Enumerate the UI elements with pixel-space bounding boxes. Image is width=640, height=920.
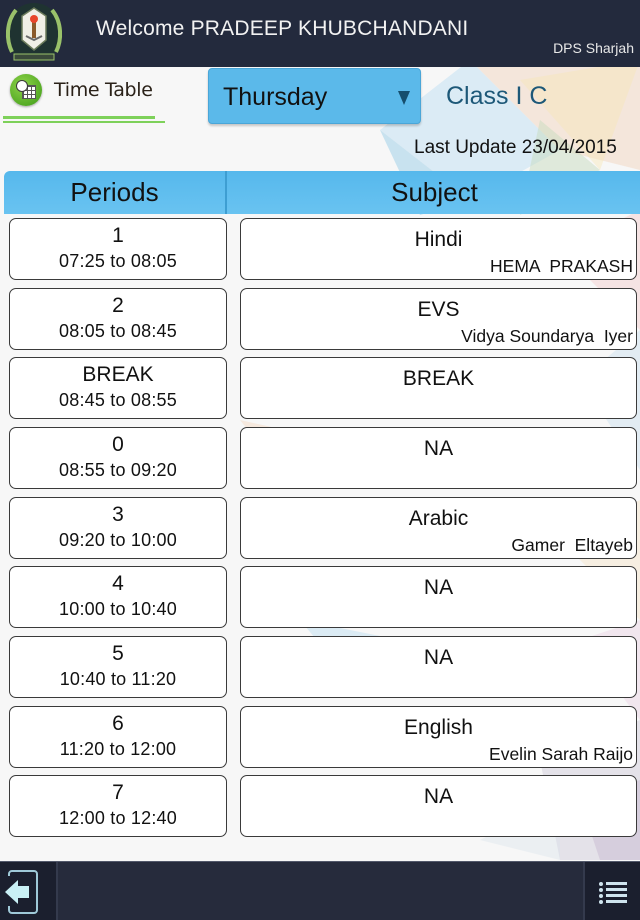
section-title: Time Table: [10, 74, 153, 106]
subject-name: BREAK: [402, 367, 475, 390]
period-cell[interactable]: 7 12:00 to 12:40: [9, 775, 227, 837]
period-cell[interactable]: 1 07:25 to 08:05: [9, 218, 227, 280]
period-time: 09:20 to 10:00: [59, 530, 177, 550]
period-number: 0: [112, 433, 124, 456]
period-time: 08:45 to 08:55: [59, 390, 177, 410]
subject-name: NA: [423, 785, 454, 808]
table-row: 5 10:40 to 11:20 NA: [0, 636, 640, 699]
table-row: 2 08:05 to 08:45 EVS Vidya Soundarya Iye…: [0, 288, 640, 351]
table-row: 6 11:20 to 12:00 English Evelin Sarah Ra…: [0, 706, 640, 769]
period-cell[interactable]: 3 09:20 to 10:00: [9, 497, 227, 559]
subject-name: EVS: [417, 298, 460, 321]
title-underline: [3, 121, 165, 123]
period-cell[interactable]: BREAK 08:45 to 08:55: [9, 357, 227, 419]
period-number: 3: [112, 503, 124, 526]
column-header-periods: Periods: [4, 171, 227, 214]
subject-cell[interactable]: NA: [240, 775, 637, 837]
table-row: 1 07:25 to 08:05 Hindi HEMA PRAKASH: [0, 218, 640, 281]
period-cell[interactable]: 2 08:05 to 08:45: [9, 288, 227, 350]
subject-name: Hindi: [414, 228, 463, 251]
period-time: 08:55 to 09:20: [59, 460, 177, 480]
teacher-name: Gamer Eltayeb: [511, 535, 633, 555]
period-number: 2: [112, 294, 124, 317]
subject-name: NA: [423, 576, 454, 599]
subject-cell[interactable]: Arabic Gamer Eltayeb: [240, 497, 637, 559]
table-row: 4 10:00 to 10:40 NA: [0, 566, 640, 629]
teacher-name: HEMA PRAKASH: [490, 256, 633, 276]
subject-name: NA: [423, 437, 454, 460]
subject-cell[interactable]: NA: [240, 566, 637, 628]
timetable-clock-icon: [10, 74, 42, 106]
period-cell[interactable]: 0 08:55 to 09:20: [9, 427, 227, 489]
title-underline: [3, 116, 155, 119]
day-dropdown[interactable]: Thursday: [208, 68, 421, 124]
logout-button[interactable]: [0, 862, 58, 920]
school-name: DPS Sharjah: [553, 40, 634, 56]
app-header: Welcome PRADEEP KHUBCHANDANI DPS Sharjah: [0, 0, 640, 67]
teacher-name: Evelin Sarah Raijo: [489, 744, 633, 764]
timetable-header: Periods Subject: [4, 171, 640, 214]
subject-cell[interactable]: BREAK: [240, 357, 637, 419]
period-cell[interactable]: 5 10:40 to 11:20: [9, 636, 227, 698]
menu-button[interactable]: [583, 862, 640, 920]
period-time: 10:40 to 11:20: [59, 669, 177, 689]
period-time: 08:05 to 08:45: [59, 321, 177, 341]
subject-name: Arabic: [408, 507, 469, 530]
period-number: 7: [112, 781, 124, 804]
subject-name: English: [404, 716, 473, 739]
school-crest-icon: [2, 0, 66, 66]
last-update-text: Last Update 23/04/2015: [414, 137, 617, 158]
subject-cell[interactable]: NA: [240, 636, 637, 698]
period-time: 11:20 to 12:00: [59, 739, 177, 759]
subject-cell[interactable]: NA: [240, 427, 637, 489]
dropdown-caret-icon: [398, 91, 410, 105]
table-row: BREAK 08:45 to 08:55 BREAK: [0, 357, 640, 420]
subject-cell[interactable]: EVS Vidya Soundarya Iyer: [240, 288, 637, 350]
table-row: 0 08:55 to 09:20 NA: [0, 427, 640, 490]
subject-cell[interactable]: English Evelin Sarah Raijo: [240, 706, 637, 768]
period-cell[interactable]: 6 11:20 to 12:00: [9, 706, 227, 768]
period-number: 6: [112, 712, 124, 735]
subject-cell[interactable]: Hindi HEMA PRAKASH: [240, 218, 637, 280]
column-header-subject: Subject: [391, 177, 478, 207]
subject-name: NA: [423, 646, 454, 669]
period-time: 12:00 to 12:40: [59, 808, 177, 828]
section-title-label: Time Table: [54, 79, 153, 101]
bottom-toolbar: [0, 861, 640, 920]
period-number: BREAK: [82, 363, 154, 386]
period-number: 5: [112, 642, 124, 665]
period-number: 4: [112, 572, 124, 595]
table-row: 7 12:00 to 12:40 NA: [0, 775, 640, 838]
period-time: 07:25 to 08:05: [59, 251, 177, 271]
welcome-message: Welcome PRADEEP KHUBCHANDANI: [96, 17, 469, 40]
table-row: 3 09:20 to 10:00 Arabic Gamer Eltayeb: [0, 497, 640, 560]
period-cell[interactable]: 4 10:00 to 10:40: [9, 566, 227, 628]
teacher-name: Vidya Soundarya Iyer: [461, 326, 633, 346]
class-label: Class I C: [446, 82, 548, 110]
period-number: 1: [112, 224, 124, 247]
period-time: 10:00 to 10:40: [59, 599, 177, 619]
day-dropdown-value: Thursday: [223, 83, 328, 111]
